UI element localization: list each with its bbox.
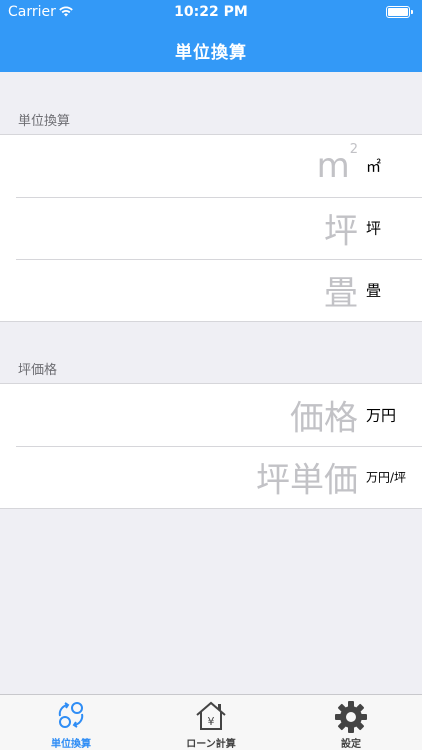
tab-bar: 単位換算 ¥ ローン計算 設定 [0, 694, 422, 750]
house-yen-icon: ¥ [194, 700, 228, 736]
tab-loan-calc-label: ローン計算 [186, 739, 236, 750]
clock: 10:22 PM [174, 4, 248, 20]
page-title: 単位換算 [175, 43, 247, 63]
header: Carrier 10:22 PM 単位換算 [0, 0, 422, 72]
tsubo-unit-label: 坪 [366, 219, 382, 238]
tsubo-row[interactable]: 坪 坪 [0, 197, 422, 259]
section-title-area: 単位換算 [18, 114, 71, 129]
convert-icon [56, 700, 86, 734]
unit-price-row[interactable]: 坪単価 万円/坪 [0, 446, 422, 508]
area-group: m2 ㎡ 坪 坪 畳 畳 [0, 134, 422, 322]
price-group: 価格 万円 坪単価 万円/坪 [0, 383, 422, 509]
jo-input[interactable]: 畳 [324, 266, 358, 315]
price-input[interactable]: 価格 [290, 391, 358, 440]
battery-icon [386, 6, 413, 18]
tsubo-input[interactable]: 坪 [324, 204, 358, 253]
jo-unit-label: 畳 [366, 281, 382, 300]
svg-text:¥: ¥ [208, 715, 215, 728]
jo-row[interactable]: 畳 畳 [0, 259, 422, 321]
tab-settings[interactable]: 設定 [306, 695, 396, 750]
tab-unit-conversion[interactable]: 単位換算 [26, 695, 116, 750]
status-bar: Carrier 10:22 PM [0, 0, 422, 24]
price-unit-label: 万円 [366, 406, 397, 425]
tab-unit-conversion-label: 単位換算 [51, 739, 91, 750]
gear-icon [334, 700, 368, 738]
sqm-unit-label: ㎡ [366, 157, 382, 176]
section-title-price: 坪価格 [18, 363, 58, 378]
unit-price-unit-label: 万円/坪 [366, 470, 407, 485]
price-row[interactable]: 価格 万円 [0, 384, 422, 446]
unit-price-input[interactable]: 坪単価 [256, 453, 358, 502]
sqm-row[interactable]: m2 ㎡ [0, 135, 422, 197]
sqm-input[interactable]: m2 [317, 142, 358, 186]
tab-loan-calc[interactable]: ¥ ローン計算 [166, 695, 256, 750]
tab-settings-label: 設定 [341, 739, 361, 750]
